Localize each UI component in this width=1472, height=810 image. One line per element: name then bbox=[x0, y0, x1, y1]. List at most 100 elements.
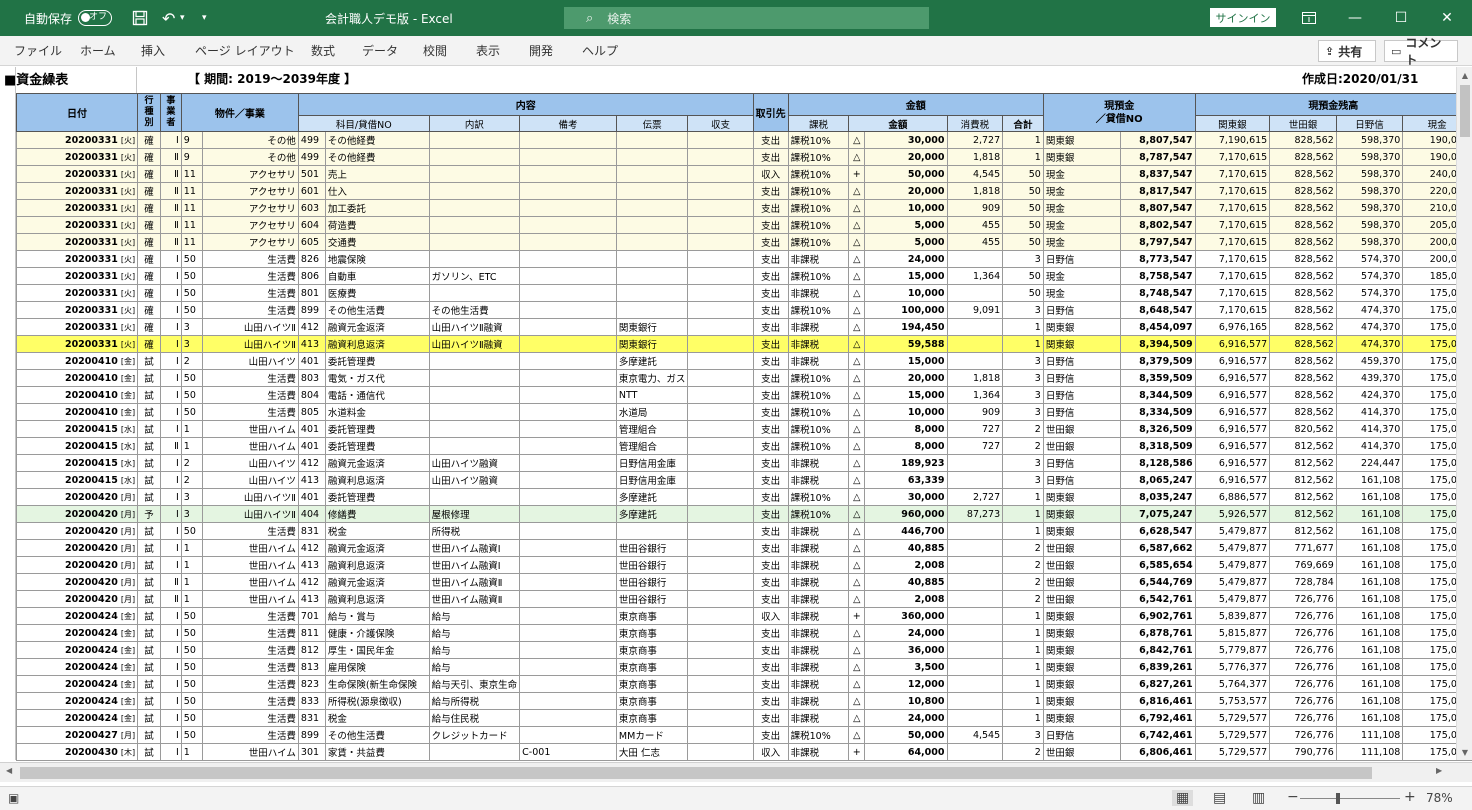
cell[interactable]: C-001 bbox=[519, 743, 617, 761]
cell[interactable]: 融資元金返済 bbox=[324, 454, 430, 472]
cell[interactable]: 412 bbox=[297, 454, 326, 472]
cell[interactable]: 現金 bbox=[1042, 267, 1121, 285]
cell[interactable]: 59,588 bbox=[864, 335, 948, 353]
cell[interactable] bbox=[428, 148, 521, 166]
cell[interactable]: △ bbox=[848, 352, 866, 370]
cell[interactable]: 161,108 bbox=[1335, 624, 1404, 642]
cell[interactable]: 8,807,547 bbox=[1119, 199, 1196, 217]
cell[interactable]: 1 bbox=[180, 573, 203, 591]
cell[interactable]: 多摩建託 bbox=[615, 352, 689, 370]
cell[interactable] bbox=[615, 216, 689, 234]
cell[interactable]: 10,000 bbox=[864, 284, 948, 302]
cell[interactable] bbox=[946, 556, 1004, 574]
cell[interactable]: 811 bbox=[297, 624, 326, 642]
cell[interactable]: 6,792,461 bbox=[1119, 709, 1196, 727]
signin-button[interactable]: サインイン bbox=[1210, 8, 1276, 27]
cell[interactable]: 生活費 bbox=[201, 386, 299, 404]
cell[interactable]: 予 bbox=[137, 505, 161, 523]
cell[interactable]: 5,839,877 bbox=[1194, 607, 1271, 625]
cell[interactable]: 課税10% bbox=[787, 131, 850, 149]
cell[interactable]: その他 bbox=[201, 148, 299, 166]
cell[interactable]: 関東銀行 bbox=[615, 318, 689, 336]
cell[interactable] bbox=[519, 505, 617, 523]
cell[interactable]: 8,334,509 bbox=[1119, 403, 1196, 421]
cell[interactable] bbox=[687, 573, 754, 591]
cell[interactable]: 現金 bbox=[1042, 284, 1121, 302]
cell[interactable]: 2 bbox=[1002, 573, 1044, 591]
cell[interactable]: 598,370 bbox=[1335, 165, 1404, 183]
cell[interactable] bbox=[946, 743, 1004, 761]
autosave[interactable]: 自動保存 オフ bbox=[24, 0, 113, 36]
cell[interactable]: 課税10% bbox=[787, 165, 850, 183]
cell[interactable]: △ bbox=[848, 505, 866, 523]
cell[interactable]: 関東銀行 bbox=[615, 335, 689, 353]
cell[interactable]: 828,562 bbox=[1269, 216, 1337, 234]
cell[interactable]: 6,916,577 bbox=[1194, 437, 1271, 455]
cell[interactable]: 831 bbox=[297, 522, 326, 540]
cell[interactable]: Ⅱ bbox=[159, 590, 182, 608]
cell[interactable]: △ bbox=[848, 199, 866, 217]
cell[interactable]: 6,816,461 bbox=[1119, 692, 1196, 710]
cell[interactable]: 支出 bbox=[752, 318, 789, 336]
cell[interactable]: 7,170,615 bbox=[1194, 301, 1271, 319]
cell[interactable]: 3 bbox=[1002, 386, 1044, 404]
cell[interactable]: 関東銀 bbox=[1042, 522, 1121, 540]
table-row[interactable]: 20200331 [火] 確 Ⅱ 11 アクセサリ 501 売上 収入 課税10% +50,000 4… bbox=[15, 165, 1472, 183]
cell[interactable]: 試 bbox=[137, 743, 161, 761]
cell[interactable]: 2,008 bbox=[864, 590, 948, 608]
cell[interactable]: Ⅰ bbox=[159, 352, 182, 370]
cell[interactable]: 非課税 bbox=[787, 522, 850, 540]
cell[interactable]: 909 bbox=[946, 199, 1004, 217]
cell[interactable]: Ⅱ bbox=[159, 437, 182, 455]
cell[interactable]: Ⅰ bbox=[159, 131, 182, 149]
cell[interactable]: 支出 bbox=[752, 590, 789, 608]
cell[interactable]: △ bbox=[848, 454, 866, 472]
cell-date[interactable]: 20200424 [金] bbox=[15, 624, 139, 642]
cell[interactable] bbox=[687, 301, 754, 319]
table-row[interactable]: 20200424 [金] 試 Ⅰ 50 生活費 831 税金 給与住民税 東京商事 支出 非課税 △ 24… bbox=[15, 709, 1472, 727]
cell[interactable]: 1,364 bbox=[946, 386, 1004, 404]
cell[interactable]: 支出 bbox=[752, 403, 789, 421]
cell[interactable]: 非課税 bbox=[787, 454, 850, 472]
cell[interactable]: Ⅰ bbox=[159, 471, 182, 489]
cell[interactable] bbox=[428, 743, 521, 761]
cell[interactable]: 805 bbox=[297, 403, 326, 421]
cell[interactable]: 課税10% bbox=[787, 505, 850, 523]
autosave-toggle[interactable]: オフ bbox=[78, 10, 113, 26]
normal-view-icon[interactable]: ▦ bbox=[1172, 790, 1194, 806]
cell[interactable]: 1 bbox=[180, 743, 203, 761]
cell[interactable]: 598,370 bbox=[1335, 216, 1404, 234]
table-row[interactable]: 20200331 [火] 確 Ⅰ 3 山田ハイツⅡ 413 融資利息返済 山田ハイツⅡ融資 関東銀… bbox=[15, 335, 1472, 353]
cell[interactable]: 世田ハイム融資Ⅱ bbox=[428, 590, 521, 608]
cell-date[interactable]: 20200331 [火] bbox=[15, 216, 139, 234]
cell[interactable]: △ bbox=[848, 131, 866, 149]
cell[interactable] bbox=[519, 369, 617, 387]
cell[interactable] bbox=[519, 590, 617, 608]
cell[interactable]: 50 bbox=[180, 403, 203, 421]
cell-date[interactable]: 20200415 [水] bbox=[15, 471, 139, 489]
cell[interactable]: 支出 bbox=[752, 488, 789, 506]
scroll-right-icon[interactable]: ▶ bbox=[1436, 766, 1442, 775]
cell[interactable]: 1 bbox=[1002, 318, 1044, 336]
cell[interactable]: 融資利息返済 bbox=[324, 471, 430, 489]
cell[interactable]: 414,370 bbox=[1335, 403, 1404, 421]
cell[interactable] bbox=[428, 131, 521, 149]
cell[interactable]: 804 bbox=[297, 386, 326, 404]
cell[interactable]: 支出 bbox=[752, 369, 789, 387]
cell[interactable]: 459,370 bbox=[1335, 352, 1404, 370]
cell[interactable]: 関東銀 bbox=[1042, 131, 1121, 149]
cell[interactable]: 161,108 bbox=[1335, 607, 1404, 625]
cell[interactable]: Ⅱ bbox=[159, 165, 182, 183]
cell[interactable]: 15,000 bbox=[864, 386, 948, 404]
cell[interactable] bbox=[946, 624, 1004, 642]
cell[interactable]: 課税10% bbox=[787, 233, 850, 251]
cell[interactable]: 8,128,586 bbox=[1119, 454, 1196, 472]
cell[interactable]: 試 bbox=[137, 471, 161, 489]
cell[interactable]: 関東銀 bbox=[1042, 607, 1121, 625]
cell[interactable]: 3 bbox=[1002, 250, 1044, 268]
cell-date[interactable]: 20200424 [金] bbox=[15, 658, 139, 676]
undo-icon[interactable]: ↶ bbox=[162, 0, 175, 36]
table-row[interactable]: 20200410 [金] 試 Ⅰ 50 生活費 804 電話・通信代 NTT 支出 課税10% △ 15… bbox=[15, 386, 1472, 404]
cell[interactable]: 地震保険 bbox=[324, 250, 430, 268]
cell-date[interactable]: 20200424 [金] bbox=[15, 675, 139, 693]
